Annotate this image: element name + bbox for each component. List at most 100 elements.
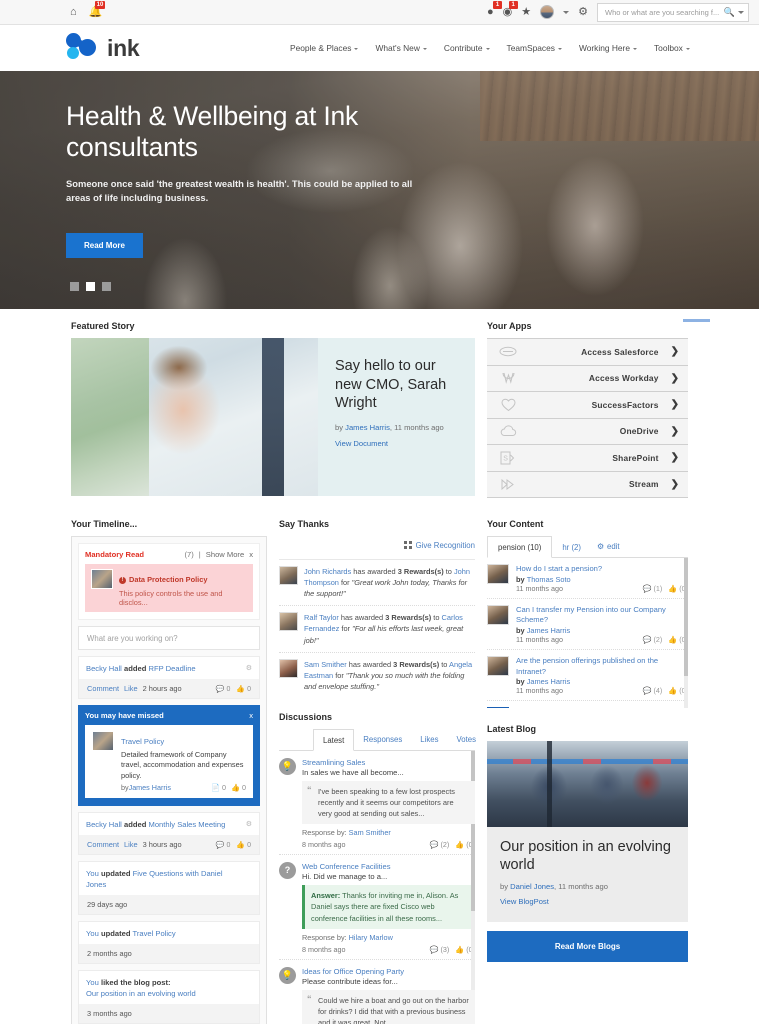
- search-chevron-down-icon[interactable]: [738, 10, 744, 14]
- app-row-sharepoint[interactable]: S SharePoint ❯: [487, 445, 688, 472]
- magnifier-icon[interactable]: 🔍: [724, 7, 735, 18]
- content-scrollbar-track[interactable]: [684, 558, 688, 708]
- item-thumbnail: [91, 569, 113, 589]
- discussion-time: 8 months ago: [302, 944, 346, 954]
- timeline-actor[interactable]: You: [86, 869, 99, 878]
- featured-story-card[interactable]: Say hello to our new CMO, Sarah Wright b…: [71, 338, 475, 496]
- gear-icon[interactable]: ⚙: [246, 664, 252, 674]
- app-row-successfactors[interactable]: SuccessFactors ❯: [487, 392, 688, 419]
- comment-link[interactable]: Comment: [87, 684, 119, 693]
- discussion-footer: 8 months ago 💬 (3) 👍 (0): [302, 945, 475, 954]
- like-link[interactable]: Like: [124, 684, 138, 693]
- app-row-onedrive[interactable]: OneDrive ❯: [487, 418, 688, 445]
- app-row-stream[interactable]: Stream ❯: [487, 471, 688, 498]
- nav-item-whats-new[interactable]: What's New: [375, 43, 427, 53]
- blog-body: Our position in an evolving world by Dan…: [487, 827, 688, 922]
- content-item-title[interactable]: Pension Policy.docx: [516, 707, 688, 708]
- featured-story-author[interactable]: James Harris: [345, 423, 390, 432]
- discussion-responder[interactable]: Hilary Marlow: [349, 933, 393, 942]
- featured-story-image: [71, 338, 318, 496]
- content-item-title[interactable]: Can I transfer my Pension into our Compa…: [516, 605, 688, 626]
- content-item-title[interactable]: How do I start a pension?: [516, 564, 688, 575]
- discussion-time: 8 months ago: [302, 840, 346, 850]
- tab-votes[interactable]: Votes: [447, 729, 485, 750]
- missed-item-author[interactable]: James Harris: [129, 783, 171, 792]
- your-apps-title: Your Apps: [487, 321, 532, 331]
- timeline-actor[interactable]: You: [86, 929, 99, 938]
- timeline-entry-line: Becky Hall added RFP Deadline ⚙: [86, 663, 252, 674]
- home-icon[interactable]: ⌂: [70, 6, 77, 18]
- blog-author[interactable]: Daniel Jones: [510, 882, 554, 891]
- missed-title: You may have missed: [85, 711, 164, 720]
- hero-dot-1[interactable]: [70, 282, 79, 291]
- composer-placeholder: What are you working on?: [87, 633, 178, 643]
- app-row-workday[interactable]: Access Workday ❯: [487, 365, 688, 392]
- tab-pension[interactable]: pension (10): [487, 536, 553, 558]
- nav-item-contribute[interactable]: Contribute: [444, 43, 490, 53]
- read-more-button[interactable]: Read More: [66, 232, 143, 258]
- discussion-title[interactable]: Ideas for Office Opening Party: [302, 967, 475, 976]
- nav-item-teamspaces[interactable]: TeamSpaces: [507, 43, 562, 53]
- nav-item-toolbox[interactable]: Toolbox: [654, 43, 690, 53]
- search-box[interactable]: 🔍: [597, 2, 749, 22]
- close-icon[interactable]: x: [249, 711, 253, 720]
- latest-blog-card[interactable]: Our position in an evolving world by Dan…: [487, 741, 688, 923]
- star-icon[interactable]: ★: [521, 6, 531, 18]
- missed-item-title[interactable]: Travel Policy: [121, 737, 164, 746]
- bell-icon[interactable]: 🔔 10: [89, 0, 106, 18]
- content-item-body: Pension Policy.docx by George Cotsias: [516, 707, 688, 708]
- tab-responses[interactable]: Responses: [354, 729, 411, 750]
- mandatory-read-item[interactable]: ! Data Protection Policy This policy cont…: [85, 564, 253, 612]
- hero-dot-2[interactable]: [86, 282, 95, 291]
- close-icon[interactable]: x: [249, 550, 253, 559]
- edit-tags-link[interactable]: ⚙ edit: [597, 542, 620, 551]
- like-link[interactable]: Like: [124, 840, 138, 849]
- content-item-author[interactable]: Thomas Soto: [527, 575, 571, 584]
- tab-latest[interactable]: Latest: [313, 728, 355, 751]
- avatar[interactable]: [540, 5, 555, 19]
- missed-text: Travel Policy Detailed framework of Comp…: [121, 731, 246, 792]
- tab-hr[interactable]: hr (2): [552, 537, 591, 557]
- hero-content: Health & Wellbeing at Ink consultants So…: [66, 101, 486, 258]
- eye-icon[interactable]: ◉ 1: [503, 0, 518, 18]
- discussion-title[interactable]: Web Conference Facilities: [302, 862, 475, 871]
- timeline-actor[interactable]: Becky Hall: [86, 664, 122, 673]
- content-item-author[interactable]: James Harris: [527, 677, 571, 686]
- thanks-giver[interactable]: Ralf Taylor: [304, 613, 339, 622]
- discussion-responder[interactable]: Sam Smither: [349, 828, 391, 837]
- content-item-author[interactable]: James Harris: [527, 626, 571, 635]
- discussion-title[interactable]: Streamlining Sales: [302, 758, 475, 767]
- timeline-object[interactable]: RFP Deadline: [149, 664, 196, 673]
- view-blogpost-link[interactable]: View BlogPost: [500, 897, 549, 906]
- discussions-scrollbar-thumb[interactable]: [471, 750, 475, 911]
- missed-content[interactable]: Travel Policy Detailed framework of Comp…: [85, 725, 253, 799]
- status-composer[interactable]: What are you working on?: [78, 626, 260, 650]
- comment-link[interactable]: Comment: [87, 840, 119, 849]
- thanks-giver[interactable]: Sam Smither: [304, 660, 347, 669]
- timeline-object[interactable]: Monthly Sales Meeting: [149, 820, 226, 829]
- timeline-actor[interactable]: Becky Hall: [86, 820, 122, 829]
- timeline-object[interactable]: Travel Policy: [132, 929, 175, 938]
- timeline-object[interactable]: Our position in an evolving world: [86, 989, 196, 998]
- nav-item-working-here[interactable]: Working Here: [579, 43, 637, 53]
- content-item-title[interactable]: Are the pension offerings published on t…: [516, 656, 688, 677]
- gear-icon[interactable]: ⚙: [246, 820, 252, 830]
- gear-icon[interactable]: ⚙: [578, 6, 588, 18]
- content-scrollbar-thumb[interactable]: [684, 558, 688, 676]
- thanks-giver[interactable]: John Richards: [304, 567, 351, 576]
- tab-likes[interactable]: Likes: [411, 729, 447, 750]
- exclamation-circle-icon[interactable]: ● 1: [487, 0, 502, 18]
- read-more-blogs-button[interactable]: Read More Blogs: [487, 931, 688, 963]
- view-document-link[interactable]: View Document: [335, 439, 388, 448]
- chevron-down-icon[interactable]: [563, 10, 570, 14]
- give-recognition-link[interactable]: Give Recognition: [416, 541, 475, 550]
- logo[interactable]: ink: [66, 33, 140, 63]
- hero-dot-3[interactable]: [102, 282, 111, 291]
- show-more-link[interactable]: Show More: [206, 550, 244, 559]
- nav-item-people-places[interactable]: People & Places: [290, 43, 359, 53]
- chevron-down-icon: [354, 47, 359, 50]
- discussion-snippet: In sales we have all become...: [302, 767, 404, 777]
- timeline-actor[interactable]: You: [86, 978, 99, 987]
- search-input[interactable]: [605, 7, 721, 17]
- app-row-salesforce[interactable]: Access Salesforce ❯: [487, 339, 688, 366]
